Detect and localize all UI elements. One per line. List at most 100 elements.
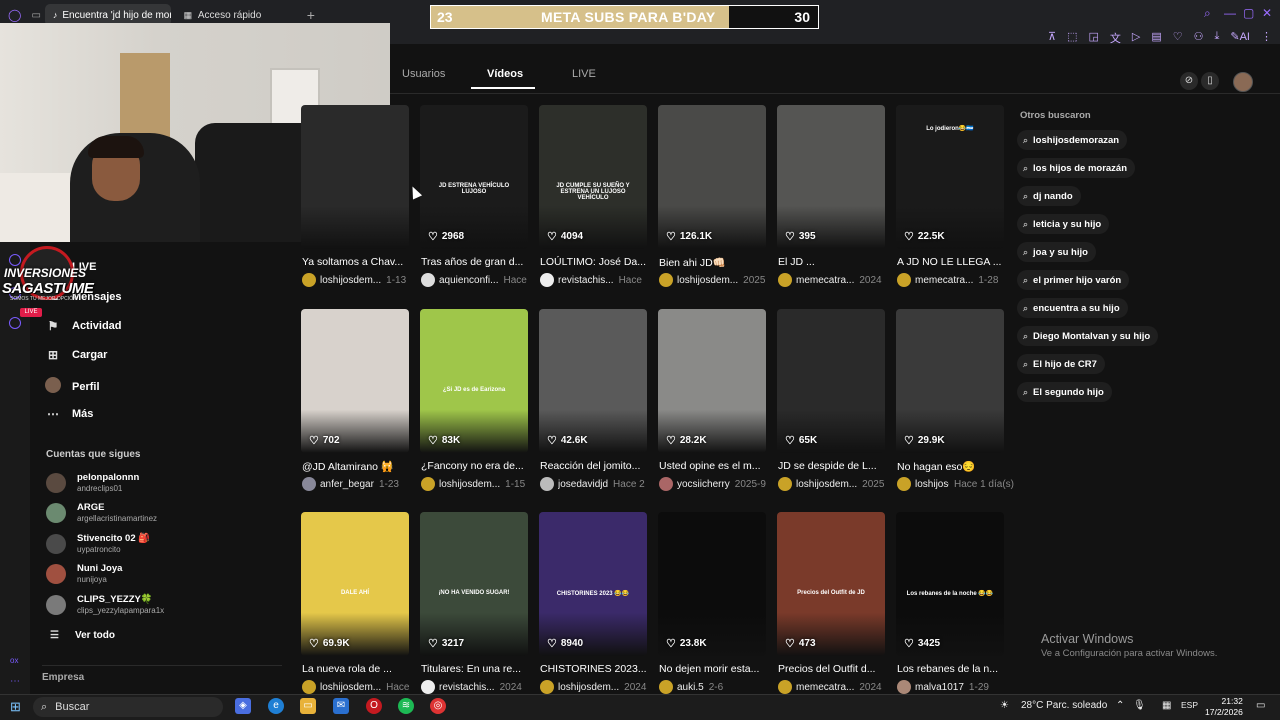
related-search-pill[interactable]: ⌕ El segundo hijo [1017,382,1112,402]
author-avatar[interactable] [778,680,792,694]
video-author[interactable]: memecatra... [796,682,854,693]
author-avatar[interactable] [540,477,554,491]
microphone-icon[interactable]: 🎙 [1133,700,1146,711]
sidebar-extra-icon[interactable]: ox [10,656,18,665]
video-author[interactable]: loshijosdem... [439,479,500,490]
sidebar-item-upload[interactable]: ⊞ Cargar [44,348,108,362]
maximize-icon[interactable]: ▢ [1243,6,1254,20]
video-title[interactable]: Precios del Outfit d... [778,663,888,675]
related-search-pill[interactable]: ⌕ los hijos de morazán [1017,158,1136,178]
video-thumbnail[interactable]: ¿Si JD es de Earizona ♡ 83K [420,309,528,453]
device-icon[interactable]: ▯ [1201,72,1219,90]
sidebar-more-icon[interactable]: ⋯ [10,676,20,687]
author-avatar[interactable] [659,680,673,694]
video-thumbnail[interactable]: ♡ 702 [301,309,409,453]
tab-live[interactable]: LIVE [572,68,596,80]
related-search-pill[interactable]: ⌕ joa y su hijo [1017,242,1096,262]
author-avatar[interactable] [659,477,673,491]
video-title[interactable]: CHISTORINES 2023... [540,663,650,675]
video-author[interactable]: memecatra... [796,275,854,286]
video-title[interactable]: La nueva rola de ... [302,663,412,675]
author-avatar[interactable] [302,477,316,491]
related-search-pill[interactable]: ⌕ el primer hijo varón [1017,270,1130,290]
related-search-pill[interactable]: ⌕ encuentra a su hijo [1017,298,1128,318]
related-search-pill[interactable]: ⌕ El hijo de CR7 [1017,354,1105,374]
author-avatar[interactable] [421,273,435,287]
taskbar-clock[interactable]: 21:32 17/2/2026 [1205,696,1243,718]
author-avatar[interactable] [778,273,792,287]
author-avatar[interactable] [897,680,911,694]
sidebar-item-activity[interactable]: ⚑ Actividad [44,319,122,333]
author-avatar[interactable] [540,680,554,694]
video-title[interactable]: No hagan eso😔 [897,460,1007,473]
author-avatar[interactable] [778,477,792,491]
video-author[interactable]: malva1017 [915,682,964,693]
author-avatar[interactable] [302,680,316,694]
video-author[interactable]: anfer_begar [320,479,374,490]
video-title[interactable]: El JD ... [778,256,888,268]
video-thumbnail[interactable]: ♡ 23.8K [658,512,766,656]
video-title[interactable]: Los rebanes de la n... [897,663,1007,675]
video-thumbnail[interactable]: DALE AHÍ ♡ 69.9K [301,512,409,656]
author-avatar[interactable] [897,273,911,287]
video-author[interactable]: auki.5 [677,682,704,693]
video-author[interactable]: yocsiicherry [677,479,730,490]
video-title[interactable]: Usted opine es el m... [659,460,769,472]
video-title[interactable]: LOÚLTIMO: José Da... [540,256,650,268]
opera-icon[interactable]: O [366,698,382,714]
video-thumbnail[interactable]: ♡ 28.2K [658,309,766,453]
video-author[interactable]: memecatra... [915,275,973,286]
video-author[interactable]: loshijosdem... [558,682,619,693]
sidebar-item-more[interactable]: ⋯ Más [44,407,93,421]
weather-icon[interactable]: ☀ [1000,700,1009,711]
author-avatar[interactable] [897,477,911,491]
tab-videos[interactable]: Vídeos [487,68,523,80]
new-tab-button[interactable]: + [303,7,319,23]
minimize-icon[interactable]: — [1224,6,1236,20]
following-item[interactable]: pelonpalonnn andreclips01 [46,472,139,493]
related-search-pill[interactable]: ⌕ Diego Montalvan y su hijo [1017,326,1159,346]
video-title[interactable]: Titulares: En una re... [421,663,531,675]
video-author[interactable]: aquienconfi... [439,275,499,286]
video-thumbnail[interactable]: CHISTORINES 2023 😂😂 ♡ 8940 [539,512,647,656]
video-author[interactable]: loshijosdem... [796,479,857,490]
following-item[interactable]: Nuni Joya nunijoya [46,563,122,584]
video-thumbnail[interactable]: ♡ 65K [777,309,885,453]
company-link[interactable]: Empresa [42,672,84,683]
video-author[interactable]: loshijosdem... [320,275,381,286]
user-avatar[interactable] [1233,72,1253,92]
see-all-button[interactable]: ☰ Ver todo [50,630,115,641]
browser-logo-icon[interactable]: ◯ [8,8,21,22]
workspaces-icon[interactable]: ▭ [31,10,40,21]
video-thumbnail[interactable]: Precios del Outfit de JD ♡ 473 [777,512,885,656]
obs-icon[interactable]: ◎ [430,698,446,714]
taskbar-search[interactable]: ⌕ Buscar [33,697,223,717]
following-item[interactable]: ARGE argellacristinamartinez [46,502,157,523]
author-avatar[interactable] [540,273,554,287]
following-item[interactable]: Stivencito 02 🎒 uypatroncito [46,533,150,554]
video-thumbnail[interactable]: ♡ 395 [777,105,885,249]
video-thumbnail[interactable]: JD ESTRENA VEHÍCULO LUJOSO ♡ 2968 [420,105,528,249]
video-thumbnail[interactable]: JD CUMPLE SU SUEÑO Y ESTRENA UN LUJOSO V… [539,105,647,249]
video-thumbnail[interactable]: ♡ 42.6K [539,309,647,453]
video-title[interactable]: No dejen morir esta... [659,663,769,675]
windows-start-icon[interactable]: ⊞ [10,699,21,715]
video-author[interactable]: loshijosdem... [320,682,381,693]
video-author[interactable]: revistachis... [439,682,495,693]
related-search-pill[interactable]: ⌕ dj nando [1017,186,1081,206]
copilot-icon[interactable]: ◈ [235,698,251,714]
video-thumbnail[interactable]: ♡ 126.1K [658,105,766,249]
sidebar-item-profile[interactable]: Perfil [44,377,100,396]
close-icon[interactable]: ✕ [1262,6,1272,20]
video-title[interactable]: Bien ahi JD👊🏻 [659,256,769,269]
video-thumbnail[interactable] [301,105,409,249]
compass-icon[interactable]: ⊘ [1180,72,1198,90]
video-thumbnail[interactable]: Los rebanes de la noche 😂😂 ♡ 3425 [896,512,1004,656]
notifications-icon[interactable]: ▭ [1256,700,1265,711]
language-indicator[interactable]: ESP [1181,700,1198,710]
video-title[interactable]: Reacción del jomito... [540,460,650,472]
related-search-pill[interactable]: ⌕ leticia y su hijo [1017,214,1110,234]
author-avatar[interactable] [302,273,316,287]
video-thumbnail[interactable]: Lo jodieron😂🇭🇳 ♡ 22.5K [896,105,1004,249]
video-thumbnail[interactable]: ¡NO HA VENIDO SUGAR! ♡ 3217 [420,512,528,656]
